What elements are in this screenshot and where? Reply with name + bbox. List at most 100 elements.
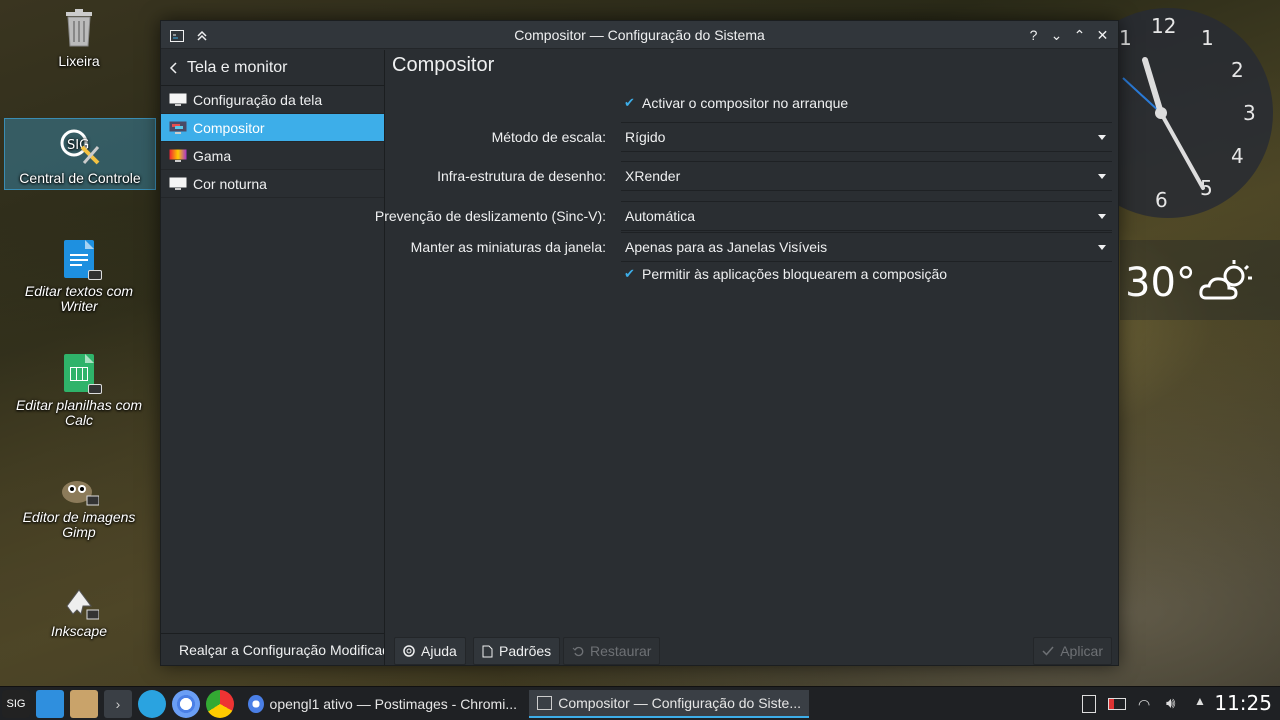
sidebar-item-label: Compositor — [193, 119, 265, 136]
tray-expand-icon[interactable]: ▲ — [1194, 694, 1206, 708]
compositor-icon — [169, 121, 187, 134]
gimp-icon — [62, 481, 99, 506]
desktop-icon-control-center[interactable]: SIG Central de Controle — [4, 118, 156, 190]
desktop-icon-label: Lixeira — [58, 53, 100, 69]
weather-widget: 30° — [1120, 240, 1280, 320]
highlight-changed-settings-button[interactable]: Realçar a Configuração Modificada — [161, 633, 384, 665]
thumbnails-row: Manter as miniaturas da janela: Apenas p… — [386, 232, 1112, 262]
help-button[interactable]: Ajuda — [394, 637, 466, 665]
desktop-icon-writer[interactable]: Editar textos com Writer — [4, 240, 154, 320]
chromium-icon — [248, 695, 264, 713]
task-label: Compositor — Configuração do Siste... — [558, 695, 801, 711]
volume-icon[interactable]: 🔊︎ — [1166, 695, 1175, 712]
page-title: Compositor — [392, 54, 495, 76]
task-chromium[interactable]: opengl1 ativo — Postimages - Chromi... — [240, 690, 525, 718]
scale-method-select[interactable]: Rígido — [621, 122, 1112, 152]
sidebar-item-display-config[interactable]: Configuração da tela — [161, 86, 384, 114]
reset-label: Restaurar — [590, 643, 652, 659]
back-label: Tela e monitor — [187, 58, 288, 76]
calc-sheet-icon — [64, 354, 102, 394]
clipboard-icon[interactable] — [1082, 695, 1096, 713]
network-icon[interactable]: ◠ — [1138, 696, 1150, 713]
telegram-icon[interactable] — [138, 690, 166, 718]
package-manager-icon[interactable] — [70, 690, 98, 718]
settings-icon — [537, 696, 553, 710]
undo-icon — [572, 646, 584, 657]
window-title: Compositor — Configuração do Sistema — [514, 26, 765, 43]
desktop-icon-label: Central de Controle — [19, 170, 141, 186]
highlight-changed-label: Realçar a Configuração Modificada — [179, 641, 384, 658]
desktop-icon-gimp[interactable]: Editor de imagens Gimp — [4, 470, 154, 550]
desktop-icon-calc[interactable]: Editar planilhas com Calc — [4, 354, 154, 434]
control-center-icon: SIG — [60, 129, 100, 165]
chromium-launcher-icon[interactable] — [172, 690, 200, 718]
desktop-icon-inkscape[interactable]: Inkscape — [4, 584, 154, 648]
close-icon[interactable]: ✕ — [1095, 26, 1110, 44]
compositor-page: Compositor ✔ Activar o compositor no arr… — [375, 50, 1118, 665]
apply-label: Aplicar — [1060, 643, 1103, 659]
monitor-icon — [169, 93, 187, 106]
chevron-down-icon — [1098, 135, 1106, 140]
rendering-backend-label: Infra-estrutura de desenho: — [437, 168, 606, 184]
scale-method-row: Método de escala: Rígido — [386, 122, 1112, 152]
rendering-backend-select[interactable]: XRender — [621, 161, 1112, 191]
apply-button[interactable]: Aplicar — [1033, 637, 1112, 665]
trash-icon — [66, 9, 92, 47]
battery-icon[interactable] — [1108, 698, 1126, 710]
back-button[interactable]: Tela e monitor — [161, 50, 384, 86]
maximize-icon[interactable]: ⌃ — [1072, 26, 1087, 44]
settings-window: Compositor — Configuração do Sistema ? ⌄… — [160, 20, 1119, 666]
file-manager-icon[interactable] — [36, 690, 64, 718]
rendering-backend-value: XRender — [625, 168, 681, 184]
thumbnails-select[interactable]: Apenas para as Janelas Visíveis — [621, 232, 1112, 262]
lifebuoy-icon — [403, 645, 415, 657]
thumbnails-label: Manter as miniaturas da janela: — [410, 239, 606, 255]
writer-doc-icon — [64, 240, 102, 280]
chevron-left-icon — [169, 61, 177, 74]
desktop-icon-trash[interactable]: Lixeira — [4, 8, 154, 78]
window-titlebar[interactable]: Compositor — Configuração do Sistema ? ⌄… — [161, 21, 1118, 49]
check-icon — [1042, 646, 1054, 656]
sidebar-item-compositor[interactable]: Compositor — [161, 114, 384, 142]
sidebar-item-label: Configuração da tela — [193, 91, 323, 108]
chevron-down-icon — [1098, 245, 1106, 250]
sidebar-item-gamma[interactable]: Gama — [161, 142, 384, 170]
help-icon[interactable]: ? — [1026, 26, 1041, 44]
sidebar-item-label: Gama — [193, 147, 232, 164]
checkmark-icon: ✔ — [624, 95, 635, 110]
enable-on-startup-label: Activar o compositor no arranque — [642, 95, 849, 111]
inkscape-icon — [66, 589, 99, 620]
scale-method-value: Rígido — [625, 129, 666, 145]
app-launcher-icon[interactable]: SIG — [2, 690, 30, 718]
desktop-icon-label: Inkscape — [50, 623, 108, 639]
allow-block-checkbox[interactable]: ✔ Permitir às aplicações bloquearem a co… — [624, 266, 947, 282]
desktop-icon-label: Editor de imagens Gimp — [22, 509, 136, 540]
defaults-label: Padrões — [499, 643, 552, 659]
temperature-label: 30° — [1125, 260, 1196, 306]
vsync-row: Prevenção de deslizamento (Sinc-V): Auto… — [375, 201, 1112, 231]
help-label: Ajuda — [421, 643, 457, 659]
rendering-backend-row: Infra-estrutura de desenho: XRender — [386, 161, 1112, 191]
vsync-select[interactable]: Automática — [621, 201, 1112, 231]
checkmark-icon: ✔ — [624, 266, 635, 281]
desktop-icon-label: Editar planilhas com Calc — [15, 397, 143, 428]
gamma-icon — [169, 149, 187, 162]
enable-on-startup-checkbox[interactable]: ✔ Activar o compositor no arranque — [624, 95, 848, 111]
chevron-down-icon — [1098, 214, 1106, 219]
sidebar-item-label: Cor noturna — [193, 175, 267, 192]
taskbar-clock[interactable]: 11:25 — [1214, 691, 1272, 715]
scale-method-label: Método de escala: — [491, 129, 606, 145]
minimize-icon[interactable]: ⌄ — [1049, 26, 1064, 44]
taskbar: SIG › opengl1 ativo — Postimages - Chrom… — [0, 686, 1280, 720]
chevron-down-icon — [1098, 174, 1106, 179]
terminal-icon[interactable]: › — [104, 690, 132, 718]
document-icon — [482, 645, 493, 657]
sidebar-item-night-color[interactable]: Cor noturna — [161, 170, 384, 198]
reset-button[interactable]: Restaurar — [563, 637, 661, 665]
vsync-label: Prevenção de deslizamento (Sinc-V): — [374, 208, 606, 224]
defaults-button[interactable]: Padrões — [473, 637, 561, 665]
desktop-icon-label: Editar textos com Writer — [24, 283, 134, 314]
thumbnails-value: Apenas para as Janelas Visíveis — [625, 239, 828, 255]
chrome-icon[interactable] — [206, 690, 234, 718]
task-settings[interactable]: Compositor — Configuração do Siste... — [529, 690, 809, 718]
